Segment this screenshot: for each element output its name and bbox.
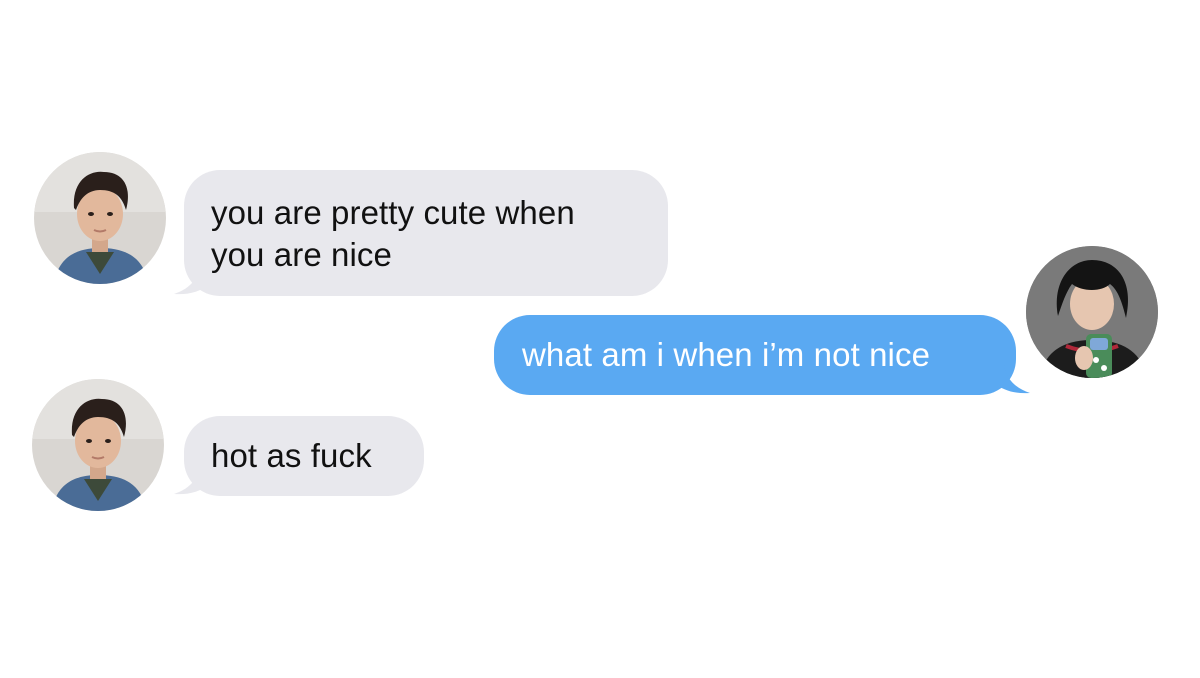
self-avatar-image xyxy=(1026,246,1158,378)
contact-avatar[interactable] xyxy=(32,379,164,511)
contact-avatar[interactable] xyxy=(34,152,166,284)
outgoing-message-bubble[interactable]: what am i when i’m not nice xyxy=(494,315,1016,395)
incoming-message-bubble[interactable]: hot as fuck xyxy=(184,416,424,496)
message-thread: you are pretty cute when you are nice wh… xyxy=(0,0,1200,678)
contact-avatar-image xyxy=(34,152,166,284)
contact-avatar-image xyxy=(32,379,164,511)
incoming-message-bubble[interactable]: you are pretty cute when you are nice xyxy=(184,170,668,296)
self-avatar[interactable] xyxy=(1026,246,1158,378)
